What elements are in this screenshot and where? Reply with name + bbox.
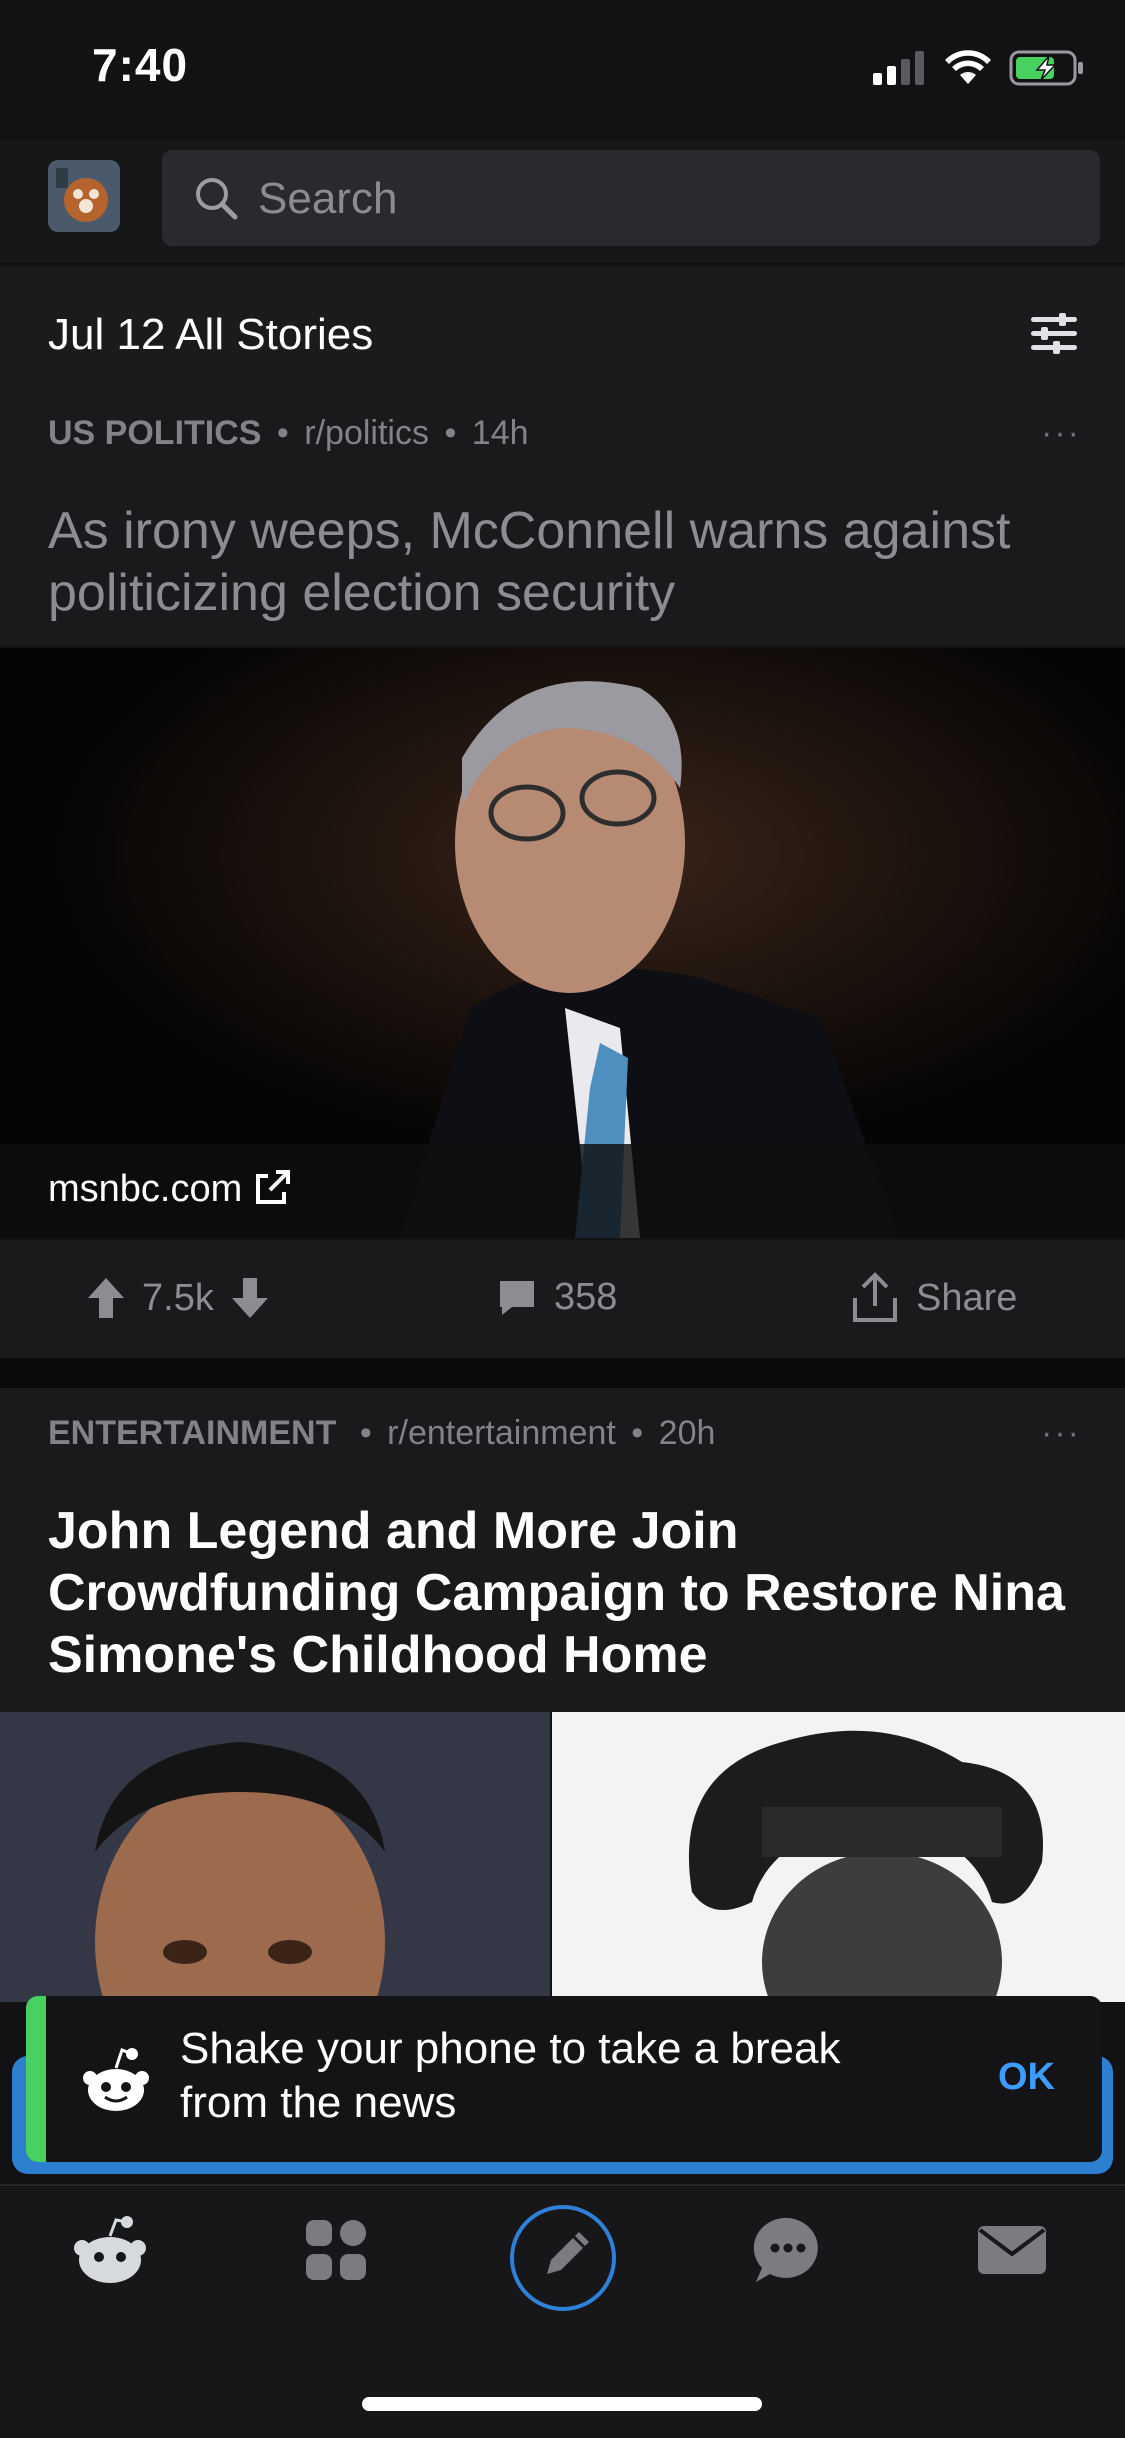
create-post-icon[interactable] [507, 2202, 619, 2314]
home-icon[interactable] [70, 2210, 150, 2290]
post-title[interactable]: John Legend and More Join Crowdfunding C… [48, 1500, 1088, 1686]
filter-icon[interactable] [1029, 312, 1079, 356]
downvote-icon[interactable] [230, 1276, 270, 1320]
vote-group: 7.5k [86, 1276, 270, 1320]
avatar[interactable] [48, 160, 120, 232]
wifi-icon [945, 50, 991, 84]
more-options-button[interactable]: ··· [1041, 414, 1081, 453]
post-title[interactable]: As irony weeps, McConnell warns against … [48, 500, 1078, 624]
search-bar[interactable]: Search [162, 150, 1100, 246]
shake-break-toast: Shake your phone to take a break from th… [26, 1996, 1102, 2162]
post-meta: US POLITICS • r/politics • 14h [48, 414, 529, 452]
reddit-snoo-icon [83, 2048, 149, 2111]
external-link-icon [256, 1170, 290, 1204]
more-options-button[interactable]: ··· [1041, 1414, 1081, 1453]
post-meta: ENTERTAINMENT • r/entertainment • 20h [48, 1414, 716, 1452]
inbox-icon[interactable] [972, 2210, 1052, 2290]
search-icon [196, 178, 238, 220]
chat-icon[interactable] [748, 2210, 828, 2290]
post-age: 14h [471, 414, 529, 452]
comment-count: 358 [554, 1276, 618, 1318]
post-actions: 7.5k 358 Share [0, 1240, 1125, 1358]
comment-icon [500, 1280, 534, 1315]
post-image[interactable] [0, 1712, 550, 2002]
toast-ok-button[interactable]: OK [998, 2056, 1055, 2099]
share-label: Share [916, 1276, 1018, 1319]
communities-icon[interactable] [296, 2210, 376, 2290]
vote-count: 7.5k [142, 1276, 214, 1319]
upvote-icon[interactable] [86, 1276, 126, 1320]
card-divider [0, 1358, 1125, 1388]
link-source[interactable]: msnbc.com [48, 1168, 242, 1211]
home-indicator [362, 2397, 762, 2411]
post-age: 20h [658, 1414, 716, 1452]
signal-icon [873, 51, 924, 85]
comments-button[interactable]: 358 [496, 1276, 617, 1319]
share-icon [853, 1272, 897, 1322]
post-category[interactable]: US POLITICS [48, 414, 261, 452]
status-icons [873, 48, 1085, 88]
share-button[interactable]: Share [850, 1272, 1017, 1324]
post-image[interactable] [552, 1712, 1125, 2002]
post-subreddit[interactable]: r/entertainment [387, 1414, 616, 1452]
stories-title: Jul 12 All Stories [48, 310, 374, 359]
battery-icon [1009, 50, 1083, 86]
post-subreddit[interactable]: r/politics [304, 414, 429, 452]
status-time: 7:40 [92, 39, 189, 91]
search-placeholder: Search [258, 174, 398, 223]
post-category[interactable]: ENTERTAINMENT [48, 1414, 336, 1452]
toast-accent-bar [26, 1996, 46, 2162]
toast-message: Shake your phone to take a break from th… [180, 2024, 841, 2127]
